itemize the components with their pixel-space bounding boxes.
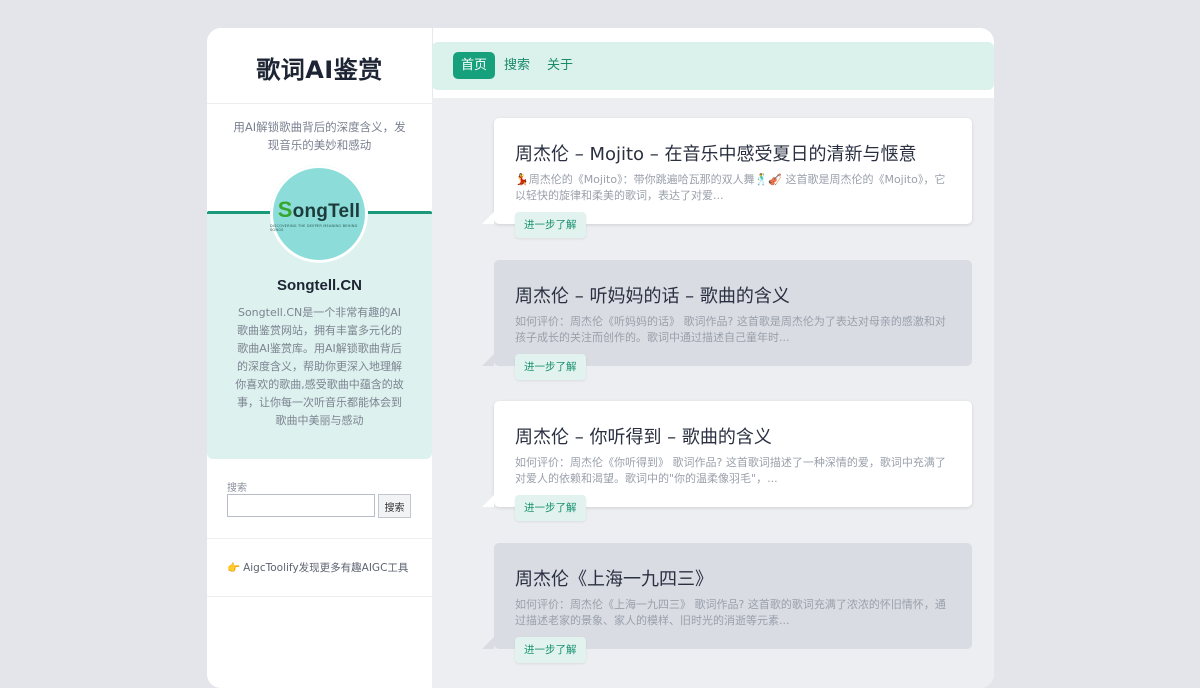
post-card: 周杰伦 – Mojito – 在音乐中感受夏日的清新与惬意 💃周杰伦的《Moji…	[482, 118, 972, 238]
read-more-button[interactable]: 进一步了解	[515, 637, 586, 663]
read-more-button[interactable]: 进一步了解	[515, 354, 586, 380]
post-list: 周杰伦 – Mojito – 在音乐中感受夏日的清新与惬意 💃周杰伦的《Moji…	[432, 98, 994, 688]
divider	[207, 103, 432, 104]
post-title[interactable]: 周杰伦 – 你听得到 – 歌曲的含义	[515, 423, 772, 449]
search-input[interactable]	[227, 494, 375, 517]
site-title[interactable]: 歌词AI鉴赏	[207, 50, 432, 85]
profile-description: Songtell.CN是一个非常有趣的AI歌曲鉴赏网站，拥有丰富多元化的歌曲AI…	[235, 306, 404, 427]
post-excerpt: 如何评价：周杰伦《你听得到》 歌词作品? 这首歌词描述了一种深情的爱，歌词中充满…	[515, 456, 946, 485]
read-more-button[interactable]: 进一步了解	[515, 212, 586, 238]
aigc-link-label: AigcToolify发现更多有趣AIGC工具	[243, 562, 409, 574]
logo-text: SongTell	[277, 196, 361, 222]
songtell-logo: SongTell DISCOVERING THE DEEPER MEANING …	[270, 165, 368, 263]
divider	[207, 538, 432, 539]
profile-name: Songtell.CN	[277, 277, 362, 294]
nav-item-about[interactable]: 关于	[539, 52, 581, 79]
post-title[interactable]: 周杰伦 – Mojito – 在音乐中感受夏日的清新与惬意	[515, 140, 917, 166]
post-excerpt: 如何评价：周杰伦《上海一九四三》 歌词作品? 这首歌的歌词充满了浓浓的怀旧情怀，…	[515, 598, 946, 627]
post-card: 周杰伦 – 听妈妈的话 – 歌曲的含义 如何评价：周杰伦《听妈妈的话》 歌词作品…	[482, 260, 972, 380]
search-button[interactable]: 搜索	[378, 494, 411, 518]
top-navbar: 首页 搜索 关于	[432, 42, 994, 90]
sidebar: 歌词AI鉴赏 用AI解锁歌曲背后的深度含义，发现音乐的美妙和感动 SongTel…	[207, 28, 433, 688]
read-more-button[interactable]: 进一步了解	[515, 495, 586, 521]
post-excerpt: 💃周杰伦的《Mojito》：带你跳遍哈瓦那的双人舞🕺🎻 这首歌是周杰伦的《Moj…	[515, 173, 946, 202]
post-excerpt: 如何评价：周杰伦《听妈妈的话》 歌词作品? 这首歌是周杰伦为了表达对母亲的感激和…	[515, 315, 946, 344]
post-card: 周杰伦 – 你听得到 – 歌曲的含义 如何评价：周杰伦《你听得到》 歌词作品? …	[482, 401, 972, 521]
post-card: 周杰伦《上海一九四三》 如何评价：周杰伦《上海一九四三》 歌词作品? 这首歌的歌…	[482, 543, 972, 663]
post-title[interactable]: 周杰伦《上海一九四三》	[515, 565, 713, 591]
site-tagline: 用AI解锁歌曲背后的深度含义，发现音乐的美妙和感动	[233, 120, 406, 152]
aigc-toolify-link[interactable]: 👉 AigcToolify发现更多有趣AIGC工具	[227, 560, 408, 575]
divider	[207, 596, 432, 597]
nav-item-search[interactable]: 搜索	[496, 52, 538, 79]
nav-item-home[interactable]: 首页	[453, 52, 496, 79]
pointing-hand-icon: 👉	[227, 562, 241, 574]
logo-subtitle: DISCOVERING THE DEEPER MEANING BEHIND SO…	[270, 223, 358, 232]
search-label: 搜索	[227, 483, 247, 494]
page-frame: 歌词AI鉴赏 用AI解锁歌曲背后的深度含义，发现音乐的美妙和感动 SongTel…	[207, 28, 994, 688]
post-title[interactable]: 周杰伦 – 听妈妈的话 – 歌曲的含义	[515, 282, 790, 308]
